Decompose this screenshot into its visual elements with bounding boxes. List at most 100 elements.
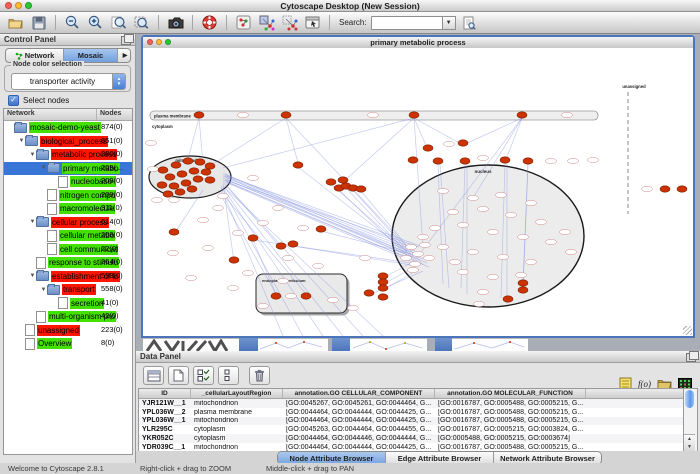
table-row[interactable]: YKR052Ccytoplasm[GO:0044464, GO:0044446,… bbox=[139, 434, 686, 443]
background-window-logo-fragment[interactable] bbox=[143, 338, 239, 351]
tree-row[interactable]: multi-organism pro42(0) bbox=[4, 310, 132, 324]
tree-row[interactable]: ▼establishment of lo558(0) bbox=[4, 270, 132, 284]
network-node[interactable] bbox=[195, 159, 205, 165]
table-row[interactable]: YJR121W__1mitochondrion[GO:0045267, GO:0… bbox=[139, 399, 686, 408]
network-node-small[interactable] bbox=[526, 259, 537, 264]
network-node-small[interactable] bbox=[186, 275, 197, 280]
network-node-small[interactable] bbox=[518, 234, 529, 239]
tree-row[interactable]: unassigned223(0) bbox=[4, 324, 132, 338]
network-node[interactable] bbox=[338, 177, 348, 183]
network-node-small[interactable] bbox=[438, 244, 449, 249]
network-node-small[interactable] bbox=[418, 234, 429, 239]
network-node[interactable] bbox=[276, 243, 286, 249]
expander-triangle-icon[interactable]: ▼ bbox=[40, 165, 47, 171]
table-row[interactable]: YPL036W__2plasma membrane[GO:0044464, GO… bbox=[139, 408, 686, 417]
advanced-search-icon[interactable] bbox=[460, 13, 479, 32]
network-node[interactable] bbox=[500, 157, 510, 163]
tree-header-network[interactable]: Network bbox=[4, 109, 97, 120]
network-node-small[interactable] bbox=[348, 305, 359, 310]
network-node[interactable] bbox=[187, 186, 197, 192]
network-node[interactable] bbox=[248, 235, 258, 241]
network-node[interactable] bbox=[677, 186, 687, 192]
network-node[interactable] bbox=[408, 157, 418, 163]
network-node-small[interactable] bbox=[243, 270, 254, 275]
zoom-in-icon[interactable] bbox=[86, 13, 105, 32]
network-node-small[interactable] bbox=[438, 188, 449, 193]
table-row[interactable]: YLR295Ccytoplasm[GO:0045263, GO:0044464,… bbox=[139, 425, 686, 434]
background-window-fragment[interactable] bbox=[350, 338, 427, 351]
tree-row[interactable]: response to stimulu264(0) bbox=[4, 256, 132, 270]
table-scrollbar[interactable]: ▲▼ bbox=[683, 388, 698, 452]
network-node-small[interactable] bbox=[203, 245, 214, 250]
network-node[interactable] bbox=[316, 226, 326, 232]
network-node[interactable] bbox=[364, 290, 374, 296]
network-node-small[interactable] bbox=[228, 285, 239, 290]
vizmapper-icon[interactable] bbox=[303, 13, 322, 32]
network-node-small[interactable] bbox=[146, 140, 157, 145]
snapshot-camera-icon[interactable] bbox=[166, 13, 185, 32]
select-attributes-icon[interactable] bbox=[143, 366, 164, 385]
help-lifering-icon[interactable] bbox=[200, 13, 219, 32]
network-node[interactable] bbox=[517, 112, 527, 118]
tree-row[interactable]: cell communicat22(0) bbox=[4, 243, 132, 257]
network-node-small[interactable] bbox=[258, 303, 269, 308]
network-node[interactable] bbox=[157, 182, 167, 188]
network-node-small[interactable] bbox=[516, 272, 527, 277]
network-node[interactable] bbox=[326, 179, 336, 185]
network-node-small[interactable] bbox=[478, 289, 489, 294]
network-node-small[interactable] bbox=[148, 166, 159, 171]
network-node-small[interactable] bbox=[248, 175, 259, 180]
zoom-fit-icon[interactable] bbox=[109, 13, 128, 32]
tree-row[interactable]: ▼cellular process614(0) bbox=[4, 216, 132, 230]
network-node[interactable] bbox=[281, 112, 291, 118]
create-network-icon[interactable] bbox=[234, 13, 253, 32]
column-header-region[interactable]: _cellularLayoutRegion bbox=[191, 389, 283, 398]
search-input[interactable] bbox=[371, 16, 443, 30]
network-nodes-a-icon[interactable] bbox=[257, 13, 276, 32]
network-node[interactable] bbox=[169, 229, 179, 235]
network-node-small[interactable] bbox=[283, 255, 294, 260]
network-node[interactable] bbox=[503, 296, 513, 302]
tree-row[interactable]: mosaic-demo-yeast874(0) bbox=[4, 121, 132, 135]
network-node-small[interactable] bbox=[450, 259, 461, 264]
expander-triangle-icon[interactable]: ▼ bbox=[29, 152, 36, 158]
column-header-cellular-component[interactable]: annotation.GO CELLULAR_COMPONENT bbox=[283, 389, 435, 398]
network-node[interactable] bbox=[523, 158, 533, 164]
network-node-small[interactable] bbox=[496, 192, 507, 197]
network-node[interactable] bbox=[378, 294, 388, 300]
background-window-edge[interactable] bbox=[332, 338, 350, 351]
network-node-small[interactable] bbox=[413, 251, 424, 256]
background-window-fragment[interactable] bbox=[452, 338, 528, 351]
network-node-small[interactable] bbox=[408, 267, 419, 272]
network-node-small[interactable] bbox=[328, 297, 339, 302]
network-node-small[interactable] bbox=[401, 255, 412, 260]
network-nodes-b-icon[interactable] bbox=[280, 13, 299, 32]
select-all-attributes-icon[interactable] bbox=[193, 366, 214, 385]
select-nodes-checkbox[interactable]: ✓ bbox=[8, 95, 19, 106]
network-node-small[interactable] bbox=[588, 157, 599, 162]
network-node-small[interactable] bbox=[430, 225, 441, 230]
column-header-id[interactable]: ID bbox=[139, 389, 191, 398]
network-node[interactable] bbox=[181, 180, 191, 186]
combobox-stepper-icon[interactable]: ▲▼ bbox=[112, 74, 125, 89]
tree-row[interactable]: nitrogen compo209(0) bbox=[4, 189, 132, 203]
network-node-small[interactable] bbox=[238, 112, 249, 117]
network-node-small[interactable] bbox=[488, 274, 499, 279]
network-node[interactable] bbox=[423, 145, 433, 151]
network-node-small[interactable] bbox=[168, 250, 179, 255]
network-node-small[interactable] bbox=[458, 222, 469, 227]
network-node-small[interactable] bbox=[474, 301, 485, 306]
network-node-small[interactable] bbox=[424, 255, 435, 260]
network-node[interactable] bbox=[518, 287, 528, 293]
network-node-small[interactable] bbox=[546, 158, 557, 163]
background-window-edge[interactable] bbox=[435, 338, 452, 351]
network-node[interactable] bbox=[460, 158, 470, 164]
network-node-small[interactable] bbox=[258, 220, 269, 225]
network-node-small[interactable] bbox=[488, 229, 499, 234]
network-node[interactable] bbox=[175, 189, 185, 195]
network-node-small[interactable] bbox=[410, 261, 421, 266]
network-node-small[interactable] bbox=[213, 205, 224, 210]
network-node[interactable] bbox=[301, 293, 311, 299]
network-node[interactable] bbox=[171, 162, 181, 168]
network-node-small[interactable] bbox=[566, 249, 577, 254]
